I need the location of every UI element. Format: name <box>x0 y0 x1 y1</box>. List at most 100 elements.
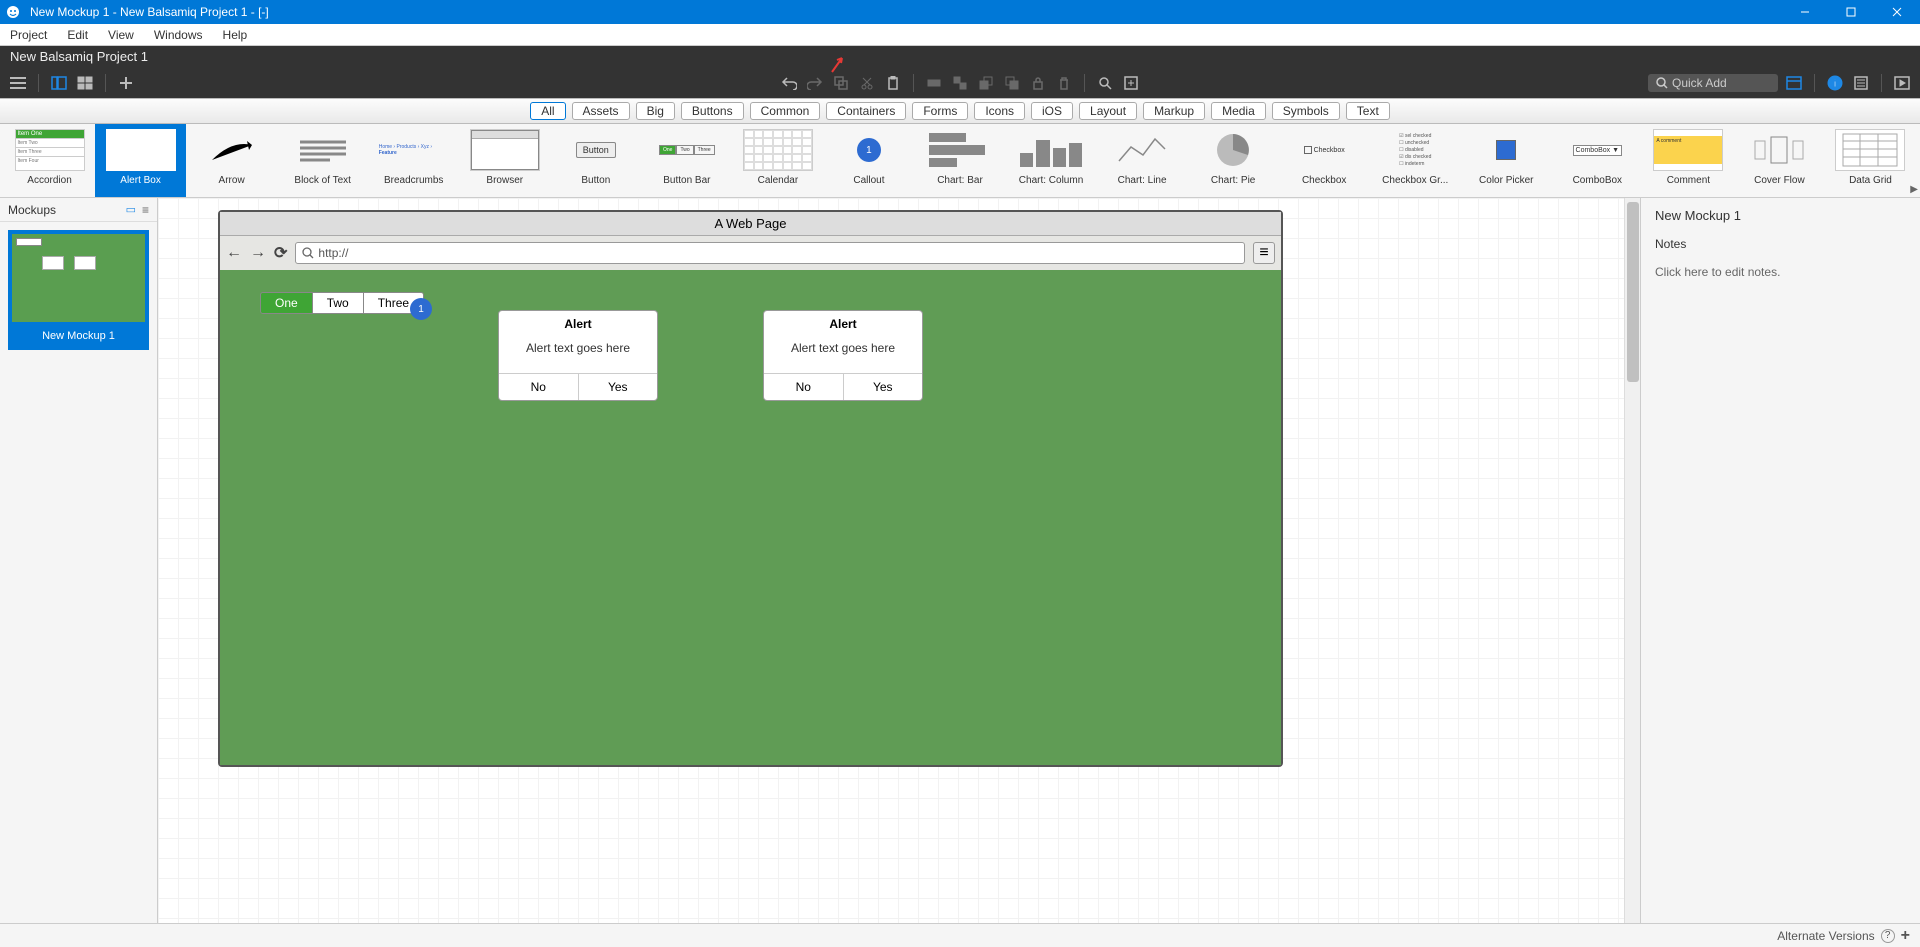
canvas[interactable]: A Web Page ← → ⟳ http:// ≡ OneTwoThree 1… <box>158 198 1640 923</box>
group-icon[interactable] <box>924 73 944 93</box>
ribbon-item-checkboxgr[interactable]: ☑ sel checked☐ unchecked☐ disabled☑ dis … <box>1370 124 1461 197</box>
delete-icon[interactable] <box>1054 73 1074 93</box>
ribbon-scroll-right-icon[interactable]: ▶ <box>1910 184 1918 195</box>
callout[interactable]: 1 <box>410 298 432 320</box>
cut-icon[interactable] <box>857 73 877 93</box>
close-button[interactable] <box>1874 0 1920 24</box>
alternate-versions-label[interactable]: Alternate Versions <box>1777 929 1874 943</box>
ribbon-item-calendar[interactable]: Calendar <box>732 124 823 197</box>
filter-assets[interactable]: Assets <box>572 102 630 120</box>
ribbon-item-alert[interactable]: AlertAlert text goes hereAlert Box <box>95 124 186 197</box>
button-bar-seg-two[interactable]: Two <box>313 293 364 313</box>
filter-ios[interactable]: iOS <box>1031 102 1073 120</box>
menu-project[interactable]: Project <box>0 25 57 45</box>
panel-menu-icon[interactable]: ≡ <box>142 203 149 217</box>
button-bar-seg-one[interactable]: One <box>261 293 313 313</box>
zoom-fit-icon[interactable] <box>1121 73 1141 93</box>
filter-common[interactable]: Common <box>750 102 821 120</box>
alert-yes-button[interactable]: Yes <box>844 374 923 400</box>
info-icon[interactable]: i <box>1825 73 1845 93</box>
copy-icon[interactable] <box>831 73 851 93</box>
ungroup-icon[interactable] <box>950 73 970 93</box>
ribbon-item-chartpie[interactable]: Chart: Pie <box>1188 124 1279 197</box>
help-icon[interactable]: ? <box>1881 929 1895 943</box>
ribbon-item-colorpicker[interactable]: Color Picker <box>1461 124 1552 197</box>
undo-icon[interactable] <box>779 73 799 93</box>
alert-box-1[interactable]: Alert Alert text goes here No Yes <box>498 310 658 401</box>
filter-icons[interactable]: Icons <box>974 102 1025 120</box>
ribbon-item-buttonbar[interactable]: OneTwoThreeButton Bar <box>641 124 732 197</box>
browser-reload-icon[interactable]: ⟳ <box>274 243 287 263</box>
redo-icon[interactable] <box>805 73 825 93</box>
ribbon-item-chartcol[interactable]: Chart: Column <box>1006 124 1097 197</box>
zoom-icon[interactable] <box>1095 73 1115 93</box>
ribbon-label: Color Picker <box>1464 175 1549 186</box>
ribbon-item-chartline[interactable]: Chart: Line <box>1097 124 1188 197</box>
fullscreen-present-icon[interactable] <box>1892 73 1912 93</box>
alert-yes-button[interactable]: Yes <box>579 374 658 400</box>
ribbon-item-datagrid[interactable]: Data Grid <box>1825 124 1916 197</box>
hamburger-icon[interactable] <box>8 73 28 93</box>
bring-front-icon[interactable] <box>976 73 996 93</box>
ribbon-item-arrow[interactable]: Arrow <box>186 124 277 197</box>
filter-buttons[interactable]: Buttons <box>681 102 744 120</box>
filter-markup[interactable]: Markup <box>1143 102 1205 120</box>
alert-box-2[interactable]: Alert Alert text goes here No Yes <box>763 310 923 401</box>
ribbon-item-breadcrumbs[interactable]: Home › Products › Xyz › FeatureBreadcrum… <box>368 124 459 197</box>
ribbon-item-chartbar[interactable]: Chart: Bar <box>914 124 1005 197</box>
menu-help[interactable]: Help <box>213 25 258 45</box>
send-back-icon[interactable] <box>1002 73 1022 93</box>
alert-no-button[interactable]: No <box>764 374 844 400</box>
add-version-icon[interactable]: + <box>1901 927 1910 945</box>
panel-layout-icon[interactable]: ▭ <box>126 203 136 216</box>
ribbon-item-button[interactable]: ButtonButton <box>550 124 641 197</box>
menu-view[interactable]: View <box>98 25 144 45</box>
ribbon-label: Checkbox <box>1282 175 1367 186</box>
ribbon-item-checkbox[interactable]: CheckboxCheckbox <box>1279 124 1370 197</box>
browser-forward-icon[interactable]: → <box>250 244 266 262</box>
ribbon-item-callout[interactable]: 1Callout <box>823 124 914 197</box>
notes-list-icon[interactable] <box>1851 73 1871 93</box>
ribbon-item-browser[interactable]: Browser <box>459 124 550 197</box>
minimize-button[interactable] <box>1782 0 1828 24</box>
filter-layout[interactable]: Layout <box>1079 102 1137 120</box>
ribbon-preview <box>1471 129 1541 171</box>
view-single-icon[interactable] <box>49 73 69 93</box>
lock-icon[interactable] <box>1028 73 1048 93</box>
notes-editor[interactable]: Click here to edit notes. <box>1655 265 1906 279</box>
filter-big[interactable]: Big <box>636 102 675 120</box>
ribbon-item-block[interactable]: Block of Text <box>277 124 368 197</box>
filter-media[interactable]: Media <box>1211 102 1266 120</box>
filter-text[interactable]: Text <box>1346 102 1390 120</box>
menu-windows[interactable]: Windows <box>144 25 213 45</box>
filter-all[interactable]: All <box>530 102 565 120</box>
browser-mockup[interactable]: A Web Page ← → ⟳ http:// ≡ OneTwoThree 1… <box>218 210 1283 767</box>
ribbon-label: Button <box>553 175 638 186</box>
browser-url-input[interactable]: http:// <box>295 242 1245 264</box>
alert-no-button[interactable]: No <box>499 374 579 400</box>
filter-forms[interactable]: Forms <box>912 102 968 120</box>
window-titlebar: New Mockup 1 - New Balsamiq Project 1 - … <box>0 0 1920 24</box>
browser-back-icon[interactable]: ← <box>226 244 242 262</box>
maximize-button[interactable] <box>1828 0 1874 24</box>
view-grid-icon[interactable] <box>75 73 95 93</box>
filter-symbols[interactable]: Symbols <box>1272 102 1340 120</box>
add-mockup-icon[interactable] <box>116 73 136 93</box>
filter-containers[interactable]: Containers <box>826 102 906 120</box>
menu-edit[interactable]: Edit <box>57 25 98 45</box>
ribbon-item-combo[interactable]: ComboBox ▼ComboBox <box>1552 124 1643 197</box>
ribbon-preview <box>1107 129 1177 171</box>
ribbon-preview: OneTwoThree <box>652 129 722 171</box>
ribbon-item-comment[interactable]: A commentComment <box>1643 124 1734 197</box>
paste-icon[interactable] <box>883 73 903 93</box>
ribbon-item-accordion[interactable]: Item OneItem TwoItem ThreeItem FourAccor… <box>4 124 95 197</box>
mockup-thumbnail[interactable]: New Mockup 1 <box>8 230 149 350</box>
inspector-title: New Mockup 1 <box>1655 208 1906 223</box>
browser-menu-icon[interactable]: ≡ <box>1253 242 1275 264</box>
app-icon <box>4 3 22 21</box>
canvas-scrollbar[interactable] <box>1624 198 1640 923</box>
toggle-library-icon[interactable] <box>1784 73 1804 93</box>
quick-add-input[interactable]: Quick Add <box>1648 74 1778 92</box>
button-bar[interactable]: OneTwoThree <box>260 292 424 314</box>
ribbon-item-coverflow[interactable]: Cover Flow <box>1734 124 1825 197</box>
